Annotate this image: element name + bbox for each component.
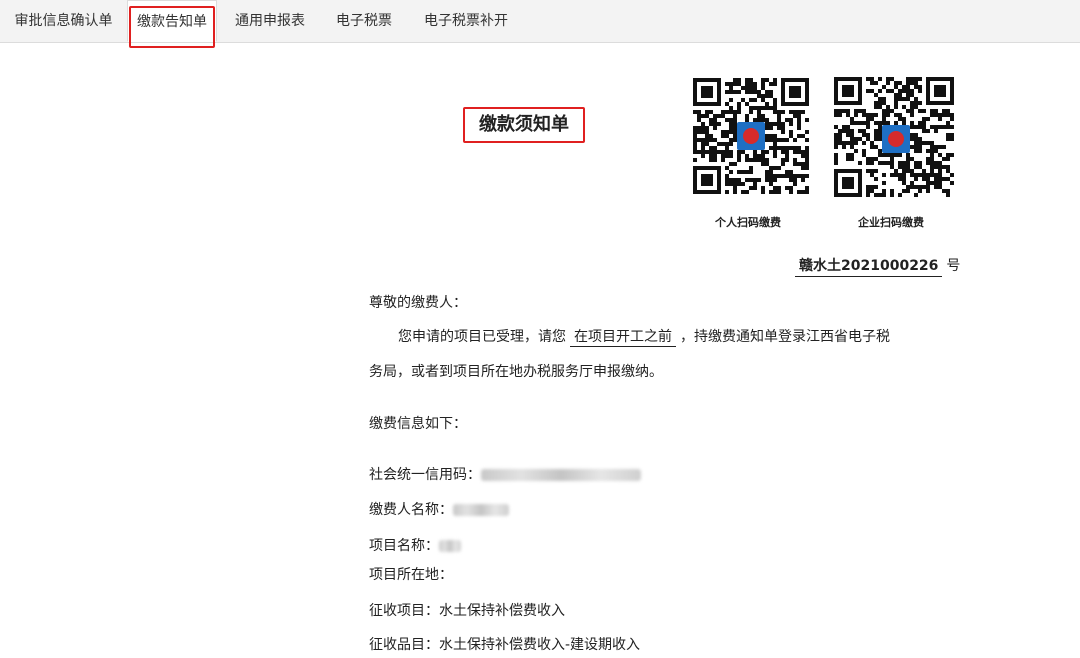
project-name-label: 项目名称： [369, 538, 439, 554]
tab-e-tax-receipt-reissue[interactable]: 电子税票补开 [412, 0, 520, 42]
notice-prefix: 您申请的项目已受理，请您 [398, 329, 566, 345]
document-number: 赣水土2021000226 号 [795, 255, 960, 277]
credit-code-redacted [481, 469, 641, 481]
tab-approval-confirmation[interactable]: 审批信息确认单 [0, 0, 127, 42]
levy-subitem-value: 水土保持补偿费收入-建设期收入 [439, 637, 641, 653]
document-number-suffix: 号 [946, 258, 961, 274]
credit-code-label: 社会统一信用码： [369, 467, 481, 483]
credit-code-row: 社会统一信用码： [369, 464, 641, 484]
qr-personal-label: 个人扫码缴费 [715, 216, 781, 229]
notice-line-1: 您申请的项目已受理，请您 在项目开工之前 ，持缴费通知单登录江西省电子税 [398, 326, 890, 347]
project-name-row: 项目名称： [369, 535, 461, 555]
payer-name-redacted [453, 504, 509, 516]
levy-item-label: 征收项目： [369, 603, 439, 619]
project-name-redacted [439, 540, 461, 552]
tax-emblem-center-icon [888, 131, 904, 147]
payer-name-label: 缴费人名称： [369, 502, 453, 518]
notice-suffix: ，持缴费通知单登录江西省电子税 [680, 329, 890, 345]
levy-item-value: 水土保持补偿费收入 [439, 603, 565, 619]
tab-e-tax-receipt[interactable]: 电子税票 [320, 0, 408, 42]
levy-subitem-label: 征收品目： [369, 637, 439, 653]
payer-name-row: 缴费人名称： [369, 499, 509, 519]
levy-subitem-row: 征收品目：水土保持补偿费收入-建设期收入 [369, 634, 640, 654]
tab-general-declaration[interactable]: 通用申报表 [221, 0, 319, 42]
project-location-label: 项目所在地： [369, 567, 453, 583]
document-number-value: 赣水土2021000226 [795, 255, 943, 277]
tab-highlight-box [129, 6, 215, 48]
notice-line-2: 务局，或者到项目所在地办税服务厅申报缴纳。 [369, 364, 663, 380]
qr-code-personal [693, 78, 809, 196]
info-header: 缴费信息如下： [369, 416, 467, 432]
greeting: 尊敬的缴费人： [369, 295, 467, 311]
title-highlight-box [463, 107, 585, 143]
levy-item-row: 征收项目：水土保持补偿费收入 [369, 600, 565, 620]
qr-code-enterprise [834, 77, 954, 197]
qr-enterprise-label: 企业扫码缴费 [858, 216, 924, 229]
notice-deadline: 在项目开工之前 [570, 326, 676, 347]
tax-emblem-center-icon [743, 128, 759, 144]
